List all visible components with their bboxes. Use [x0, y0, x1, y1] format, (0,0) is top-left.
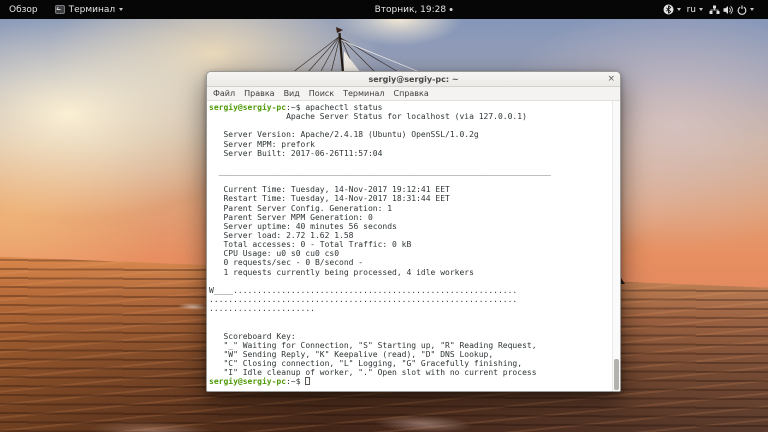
terminal-line: sergiy@sergiy-pc:~$ [209, 377, 610, 386]
keyboard-layout-button[interactable]: ru [687, 0, 703, 19]
terminal-line: sergiy@sergiy-pc:~$ apachectl status [209, 103, 610, 112]
terminal-output: sergiy@sergiy-pc:~$ apachectl status Apa… [209, 103, 610, 392]
terminal-line [209, 158, 610, 167]
chevron-down-icon [677, 8, 681, 11]
terminal-line: "C" Closing connection, "L" Logging, "G"… [209, 359, 610, 368]
clock-button[interactable]: Вторник, 19:28 [375, 0, 453, 19]
activities-label: Обзор [9, 5, 38, 15]
terminal-line [209, 176, 610, 185]
terminal-line: "W" Sending Reply, "K" Keepalive (read),… [209, 350, 610, 359]
menu-item[interactable]: Вид [284, 89, 300, 98]
bluetooth-icon [663, 4, 674, 15]
menu-bar: Файл Правка Вид Поиск Терминал Справка [207, 87, 620, 101]
terminal-line: ...................... [209, 304, 610, 313]
chevron-down-icon [119, 8, 123, 11]
app-menu-button[interactable]: Терминал [47, 0, 132, 19]
terminal-line: Server Built: 2017-06-26T11:57:04 [209, 149, 610, 158]
window-title: sergiy@sergiy-pc: ~ [368, 75, 458, 84]
power-icon [737, 5, 747, 15]
chevron-down-icon [699, 8, 703, 11]
menu-item[interactable]: Терминал [343, 89, 384, 98]
terminal-line: Current Time: Tuesday, 14-Nov-2017 19:12… [209, 185, 610, 194]
ship-mast-graphic [280, 19, 480, 74]
app-menu-label: Терминал [69, 5, 116, 15]
terminal-line: 0 requests/sec - 0 B/second - [209, 258, 610, 267]
terminal-line: Server uptime: 40 minutes 56 seconds [209, 222, 610, 231]
clock-label: Вторник, 19:28 [375, 5, 446, 15]
keyboard-layout-label: ru [687, 5, 696, 15]
volume-icon [723, 5, 734, 15]
terminal-line: W____...................................… [209, 286, 610, 295]
terminal-line: Apache Server Status for localhost (via … [209, 112, 610, 121]
terminal-line: Server load: 2.72 1.62 1.58 [209, 231, 610, 240]
terminal-cursor [305, 377, 310, 385]
terminal-line: ........................................… [209, 295, 610, 304]
close-button[interactable]: × [607, 73, 615, 86]
menu-item[interactable]: Справка [394, 89, 429, 98]
menu-item[interactable]: Поиск [309, 89, 334, 98]
terminal-line: Restart Time: Tuesday, 14-Nov-2017 18:31… [209, 194, 610, 203]
terminal-line: "_" Waiting for Connection, "S" Starting… [209, 341, 610, 350]
desktop: Обзор Терминал Вторник, 19:28 ru [0, 0, 768, 432]
scrollbar-thumb[interactable] [614, 359, 619, 390]
terminal-line: Parent Server MPM Generation: 0 [209, 213, 610, 222]
menu-item[interactable]: Правка [244, 89, 274, 98]
top-bar: Обзор Терминал Вторник, 19:28 ru [0, 0, 768, 19]
chevron-down-icon [750, 8, 754, 11]
terminal-line: Scoreboard Key: [209, 332, 610, 341]
terminal-line: Total accesses: 0 - Total Traffic: 0 kB [209, 240, 610, 249]
system-menu-button[interactable] [709, 0, 754, 19]
network-icon [709, 5, 720, 15]
terminal-line [209, 313, 610, 322]
terminal-line: Parent Server Config. Generation: 1 [209, 204, 610, 213]
terminal-app-icon [55, 5, 65, 14]
terminal-line: ________________________________________… [209, 167, 610, 176]
terminal-line: Server Version: Apache/2.4.18 (Ubuntu) O… [209, 130, 610, 139]
terminal-line: 1 requests currently being processed, 4 … [209, 268, 610, 277]
bluetooth-menu-button[interactable] [663, 0, 681, 19]
activities-button[interactable]: Обзор [0, 0, 47, 19]
notification-dot [450, 8, 453, 11]
terminal-line: CPU Usage: u0 s0 cu0 cs0 [209, 249, 610, 258]
terminal-line [209, 322, 610, 331]
terminal-line: Server MPM: prefork [209, 140, 610, 149]
terminal-window: sergiy@sergiy-pc: ~ × Файл Правка Вид Поиск… [206, 71, 621, 392]
window-titlebar[interactable]: sergiy@sergiy-pc: ~ × [207, 72, 620, 87]
terminal-line: "I" Idle cleanup of worker, "." Open slo… [209, 368, 610, 377]
terminal-line [209, 121, 610, 130]
terminal-body[interactable]: sergiy@sergiy-pc:~$ apachectl status Apa… [207, 101, 620, 392]
menu-item[interactable]: Файл [213, 89, 235, 98]
terminal-line [209, 277, 610, 286]
scrollbar[interactable] [612, 101, 620, 392]
